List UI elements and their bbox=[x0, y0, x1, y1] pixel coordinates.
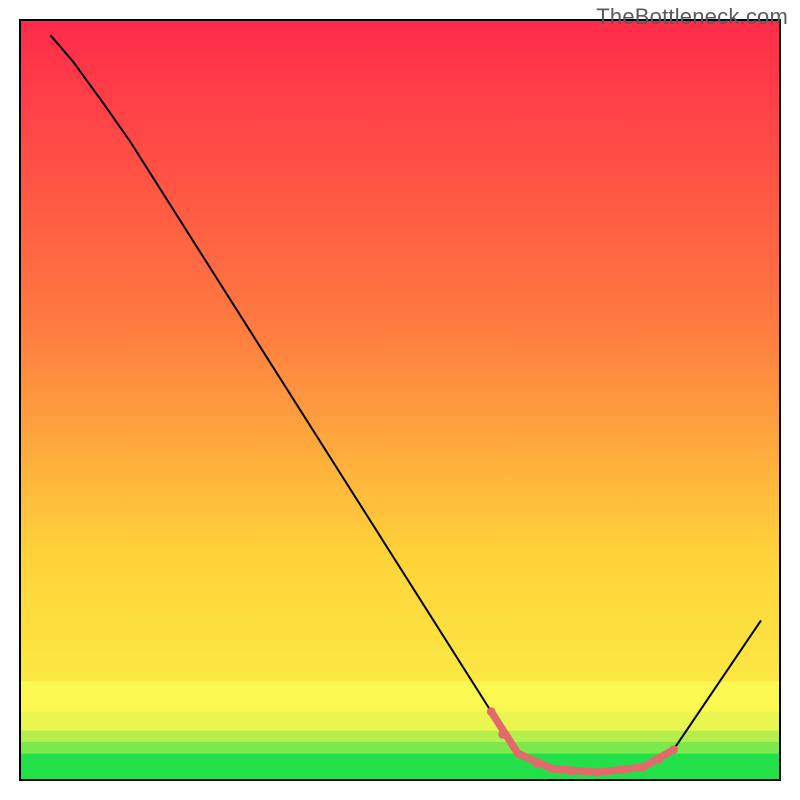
valley-dot bbox=[593, 768, 602, 777]
bottom-color-bands bbox=[20, 681, 780, 780]
gradient-background bbox=[20, 20, 780, 780]
valley-dot bbox=[567, 767, 576, 776]
valley-dot bbox=[514, 749, 523, 758]
color-band bbox=[20, 681, 780, 711]
color-band bbox=[20, 731, 780, 742]
valley-dot bbox=[487, 707, 496, 716]
valley-dot bbox=[498, 730, 507, 739]
valley-dot bbox=[669, 745, 678, 754]
color-band bbox=[20, 712, 780, 731]
valley-dot bbox=[616, 766, 625, 775]
valley-dot bbox=[533, 759, 542, 768]
chart-stage: TheBottleneck.com bbox=[0, 0, 800, 800]
valley-dot bbox=[548, 764, 557, 773]
valley-dot bbox=[639, 763, 648, 772]
watermark-label: TheBottleneck.com bbox=[596, 4, 788, 30]
valley-dot bbox=[654, 755, 663, 764]
plot-area bbox=[20, 20, 780, 780]
chart-svg bbox=[0, 0, 800, 800]
